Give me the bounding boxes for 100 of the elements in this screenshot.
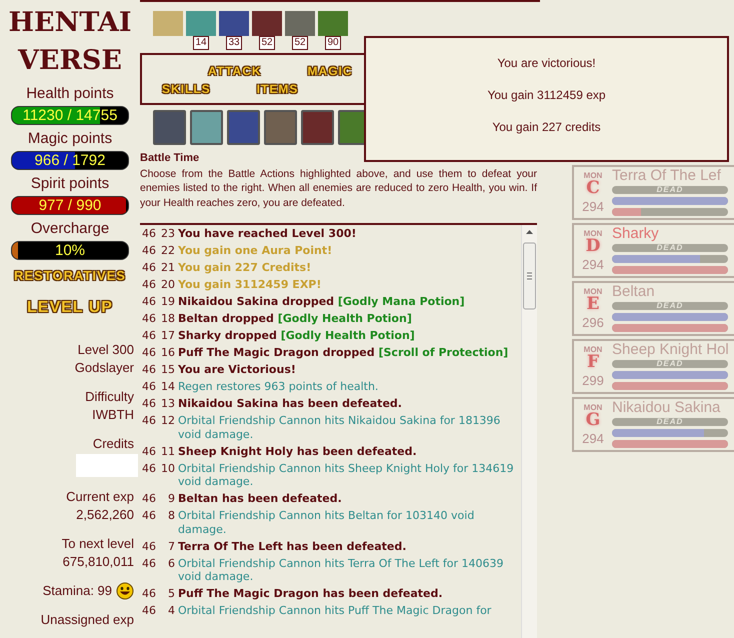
dead-label: DEAD [656, 186, 684, 194]
monster-letter: F [586, 354, 600, 370]
stat-label: Stamina: 99 [42, 582, 112, 600]
log-turn: 8 [167, 509, 175, 524]
spirit-label: Spirit points [30, 175, 110, 193]
log-message: Sharky dropped [Godly Health Potion] [178, 329, 416, 342]
action-button[interactable]: ATTACK [208, 64, 262, 78]
log-turn: 22 [160, 244, 175, 258]
action-button[interactable]: SKILLS [162, 82, 211, 96]
monster-name: Beltan [612, 284, 656, 299]
monster-level: 294 [582, 199, 604, 214]
level-up-button[interactable]: LEVEL UP [27, 299, 113, 317]
stat-label: To next level [62, 535, 134, 553]
log-round: 46 [142, 380, 156, 394]
battle-instructions: Choose from the Battle Actions highlighted above, and use them to defeat your enemies listed to the right. When all enemies are reduced to zero Health, you win. If your Health reaches zero, you are defeated. [140, 166, 537, 210]
dead-label: DEAD [656, 360, 684, 368]
log-message: Puff The Magic Dragon has been defeated. [178, 587, 444, 600]
stat-label: Difficulty [85, 388, 134, 406]
action-button[interactable]: ITEMS [256, 82, 298, 96]
bar-value: 10% [54, 242, 86, 259]
log-round: 46 [142, 278, 156, 292]
log-message: Beltan dropped [Godly Health Potion] [178, 312, 413, 326]
log-round: 46 [142, 444, 156, 458]
log-turn: 16 [160, 346, 175, 360]
log-turn: 19 [160, 295, 175, 308]
log-message: Terra Of The Left has been defeated. [178, 540, 408, 553]
stat-value: IWBTH [92, 406, 134, 424]
dead-label: DEAD [656, 244, 684, 252]
effect-counter: 52 [292, 36, 308, 50]
monster-level: 294 [582, 431, 604, 446]
log-turn: 12 [160, 414, 175, 429]
bar-value: 977 / 990 [38, 197, 102, 214]
log-turn: 9 [167, 492, 175, 506]
monster-name: Sheep Knight Hol [612, 342, 730, 357]
monster-letter: D [586, 238, 600, 254]
monster-name: Nikaidou Sakina [612, 400, 722, 415]
monster-letter: C [586, 180, 600, 196]
monster-level: 299 [582, 373, 604, 388]
stat-label: Level 300 [78, 341, 134, 359]
stat-value: Godslayer [74, 359, 134, 377]
log-turn: 13 [160, 397, 175, 410]
dead-label: DEAD [656, 302, 684, 310]
effect-counter: 52 [259, 36, 275, 50]
dialog-message: You gain 3112459 exp [487, 88, 606, 102]
log-message: You have reached Level 300! [178, 227, 358, 240]
log-message: You gain 3112459 EXP! [178, 278, 322, 292]
effect-image[interactable] [186, 11, 216, 36]
log-message: Orbital Friendship Cannon hits Nikaidou Sakina for 181396 void damage. [178, 414, 502, 441]
overcharge-label: Overcharge [30, 220, 110, 238]
log-turn: 7 [167, 540, 175, 553]
log-round: 46 [142, 587, 156, 600]
monster-letter: G [586, 412, 600, 428]
effect-image[interactable] [318, 11, 348, 36]
log-round: 46 [142, 312, 156, 326]
log-message: Orbital Friendship Cannon hits Puff The Magic Dragon for [178, 604, 492, 618]
action-button[interactable]: MAGIC [308, 64, 353, 78]
log-round: 46 [142, 414, 156, 429]
effect-image[interactable] [252, 11, 282, 36]
monster-tag: MON [584, 287, 602, 296]
health-label: Health points [25, 85, 115, 103]
log-round: 46 [142, 346, 156, 360]
monster-letter: E [586, 296, 600, 312]
log-message: You are Victorious! [178, 363, 297, 376]
log-turn: 4 [167, 604, 175, 618]
log-round: 46 [142, 509, 156, 524]
log-turn: 10 [160, 462, 175, 476]
log-round: 46 [142, 397, 156, 410]
log-message: Puff The Magic Dragon dropped [Scroll of Protection] [178, 346, 510, 360]
restoratives-button[interactable]: RESTORATIVES [14, 268, 126, 283]
logo-text: VERSE [18, 44, 122, 78]
log-turn: 11 [160, 444, 175, 458]
log-round: 46 [142, 295, 156, 308]
monster-level: 296 [582, 315, 604, 330]
log-round: 46 [142, 540, 156, 553]
stat-value: 675,810,011 [62, 553, 134, 571]
log-message: Orbital Friendship Cannon hits Sheep Knight Holy for 134619 void damage. [178, 462, 515, 488]
dialog-message: You are victorious! [497, 56, 596, 70]
stat-label: Credits [92, 435, 134, 453]
log-turn: 21 [160, 261, 175, 274]
log-message: Nikaidou Sakina dropped [Godly Mana Potion] [178, 295, 466, 308]
monster-tag: MON [584, 403, 602, 412]
log-round: 46 [142, 227, 156, 240]
log-round: 46 [142, 244, 156, 258]
log-turn: 23 [160, 227, 175, 240]
log-turn: 14 [160, 380, 175, 394]
log-round: 46 [142, 556, 156, 572]
log-message: Beltan has been defeated. [178, 492, 343, 506]
effect-image[interactable] [153, 11, 183, 36]
effect-image[interactable] [219, 11, 249, 36]
stat-label: Unassigned exp [40, 611, 134, 629]
battle-title: Battle Time [140, 151, 200, 166]
monster-tag: MON [584, 345, 602, 354]
log-message: Orbital Friendship Cannon hits Terra Of The Left for 140639 void damage. [178, 556, 505, 584]
monster-tag: MON [584, 229, 602, 238]
log-message: Sheep Knight Holy has been defeated. [178, 444, 418, 458]
effect-image[interactable] [285, 11, 315, 36]
log-message: Orbital Friendship Cannon hits Beltan for 103140 void damage. [178, 509, 476, 536]
log-turn: 15 [160, 363, 175, 376]
effect-counter: 33 [226, 36, 242, 50]
hidden-value-block [76, 454, 138, 477]
